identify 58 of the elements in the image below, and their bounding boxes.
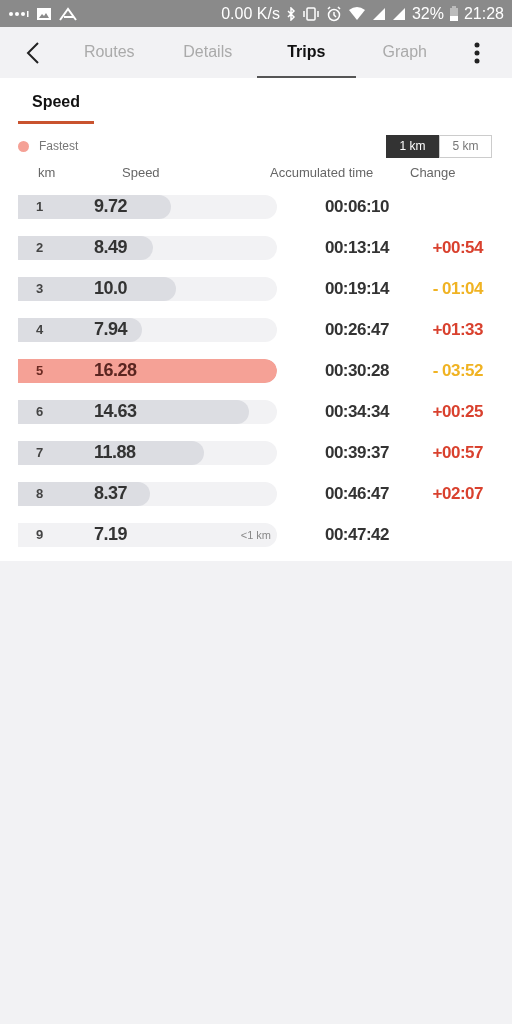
- km-number: 5: [36, 363, 45, 378]
- speed-value: 11.88: [94, 442, 136, 463]
- vibrate-icon: [301, 6, 320, 21]
- triangle-icon: [58, 6, 78, 21]
- image-icon: [36, 6, 52, 21]
- time-change: +02:07: [431, 483, 483, 504]
- accumulated-time: 00:19:14: [323, 278, 389, 299]
- legend-label: Fastest: [39, 139, 79, 153]
- accumulated-time: 00:06:10: [323, 196, 389, 217]
- km-number: 7: [36, 445, 45, 460]
- speed-value: 14.63: [94, 401, 137, 422]
- km-number: 1: [36, 199, 45, 214]
- speed-value: 8.49: [94, 237, 128, 258]
- accumulated-time: 00:30:28: [323, 360, 389, 381]
- speed-value: 8.37: [94, 483, 128, 504]
- signal-icon: [371, 6, 386, 21]
- signal-icon: [391, 6, 406, 21]
- accumulated-time: 00:34:34: [323, 401, 389, 422]
- km-number: 9: [36, 527, 45, 542]
- clock: 21:28: [463, 4, 504, 23]
- time-change: - 03:52: [431, 360, 483, 381]
- subtab[interactable]: Speed: [18, 93, 94, 124]
- time-change: - 01:04: [431, 278, 483, 299]
- unit-toggle[interactable]: 5 km: [439, 134, 492, 158]
- accumulated-time: 00:26:47: [323, 319, 389, 340]
- back-icon[interactable]: [26, 41, 40, 64]
- column-header: Accumulated time: [270, 164, 375, 180]
- network-speed: 0.00 K/s: [221, 4, 280, 23]
- km-number: 6: [36, 404, 45, 419]
- column-header: km: [38, 164, 57, 180]
- speed-value: 7.94: [94, 319, 128, 340]
- time-change: +00:54: [431, 237, 483, 258]
- distance-note: <1 km: [240, 528, 271, 541]
- time-change: +01:33: [431, 319, 483, 340]
- km-number: 8: [36, 486, 45, 501]
- battery-percent: 32%: [411, 4, 444, 23]
- speed-value: 9.72: [94, 196, 128, 217]
- alarm-icon: [325, 5, 342, 22]
- speed-value: 16.28: [94, 360, 137, 381]
- column-header: Change: [410, 164, 456, 180]
- time-change: +00:57: [431, 442, 483, 463]
- menu-icon[interactable]: [474, 41, 480, 64]
- bluetooth-icon: [285, 6, 296, 21]
- speed-value: 7.19: [94, 524, 128, 545]
- km-number: 2: [36, 240, 45, 255]
- battery-icon: [449, 6, 458, 21]
- wifi-icon: [347, 6, 366, 21]
- time-change: +00:25: [431, 401, 483, 422]
- accumulated-time: 00:13:14: [323, 237, 389, 258]
- accumulated-time: 00:47:42: [323, 524, 389, 545]
- accumulated-time: 00:39:37: [323, 442, 389, 463]
- km-number: 4: [36, 322, 45, 337]
- unit-toggle[interactable]: 1 km: [386, 134, 439, 158]
- more-icon: [8, 9, 30, 18]
- column-header: Speed: [122, 164, 161, 180]
- speed-value: 10.0: [94, 278, 128, 299]
- km-number: 3: [36, 281, 45, 296]
- accumulated-time: 00:46:47: [323, 483, 389, 504]
